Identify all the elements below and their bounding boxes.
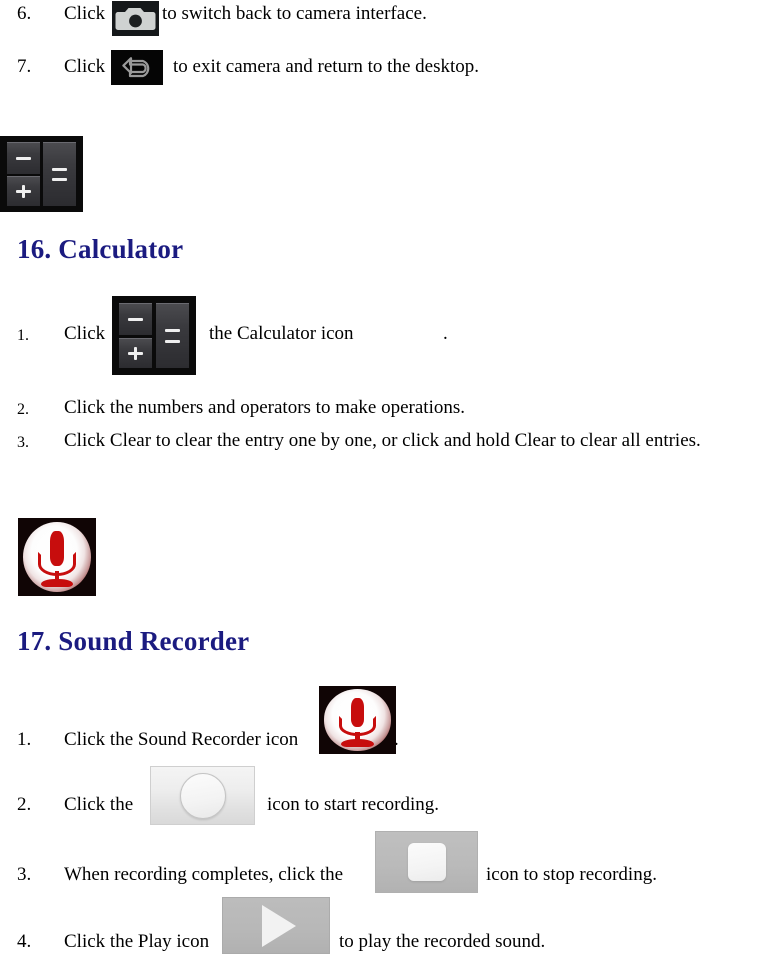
list-item-text-before: Click the xyxy=(64,794,134,815)
sound-recorder-icon[interactable] xyxy=(18,518,96,596)
record-button-icon[interactable] xyxy=(150,766,255,825)
list-item-number: 1. xyxy=(17,327,29,344)
list-item-text: Click the numbers and operators to make … xyxy=(64,397,466,418)
list-item-number: 1. xyxy=(17,729,32,750)
list-item-number: 3. xyxy=(17,434,29,451)
list-item-text-before: Click xyxy=(64,56,106,77)
list-item-text: Click the Sound Recorder icon xyxy=(64,729,299,750)
list-item-number: 6. xyxy=(17,3,32,24)
record-circle-icon xyxy=(179,772,226,819)
calculator-icon-left-column xyxy=(119,302,153,369)
calculator-plus-key xyxy=(7,176,40,206)
equals-icon xyxy=(164,328,180,345)
calculator-icon-left-column xyxy=(7,142,40,206)
camera-icon[interactable] xyxy=(112,1,159,36)
calculator-icon[interactable] xyxy=(0,136,83,212)
calculator-plus-key xyxy=(119,337,153,369)
list-item-text-after: to exit camera and return to the desktop… xyxy=(173,56,480,77)
minus-icon xyxy=(15,157,32,160)
list-item-text-before: When recording completes, click the xyxy=(64,864,344,885)
calculator-icon[interactable] xyxy=(112,296,196,375)
minus-icon xyxy=(128,318,144,321)
sound-recorder-icon[interactable] xyxy=(319,686,396,754)
calculator-icon-inner xyxy=(7,142,76,206)
back-arrow-icon[interactable] xyxy=(111,50,163,85)
microphone-base xyxy=(40,578,74,588)
stop-square-icon xyxy=(407,843,446,881)
plus-icon xyxy=(128,346,144,361)
calculator-minus-key xyxy=(7,142,40,174)
list-item-number: 4. xyxy=(17,931,32,952)
list-item-number: 2. xyxy=(17,401,29,418)
plus-icon xyxy=(15,184,32,198)
calculator-icon-right-column xyxy=(155,302,189,369)
list-item-text: Click Clear to clear the entry one by on… xyxy=(64,430,701,451)
calculator-minus-key xyxy=(119,302,153,336)
list-item-number: 7. xyxy=(17,56,32,77)
equals-icon xyxy=(52,166,68,182)
page-title-calculator: 16. Calculator xyxy=(17,234,184,264)
calculator-equals-key xyxy=(43,142,76,206)
calculator-icon-right-column xyxy=(43,142,76,206)
list-item-text-trailing: . xyxy=(443,323,448,344)
list-item-text-before: Click xyxy=(64,323,106,344)
page-title-sound-recorder: 17. Sound Recorder xyxy=(17,626,250,656)
play-button-icon[interactable] xyxy=(222,897,330,954)
play-triangle-icon xyxy=(262,904,296,947)
list-item-number: 3. xyxy=(17,864,32,885)
list-item-number: 2. xyxy=(17,794,32,815)
list-item-text-after: icon to stop recording. xyxy=(486,864,657,885)
list-item-text-after: the Calculator icon xyxy=(209,323,354,344)
microphone-base xyxy=(341,739,374,747)
document-page: 6. Click to switch back to camera interf… xyxy=(0,0,761,958)
list-item-text-after: to play the recorded sound. xyxy=(339,931,546,952)
list-item-text-after: icon to start recording. xyxy=(267,794,440,815)
list-item-text-after: to switch back to camera interface. xyxy=(162,3,427,24)
stop-button-icon[interactable] xyxy=(375,831,478,893)
calculator-equals-key xyxy=(155,302,189,369)
calculator-icon-inner xyxy=(119,302,189,369)
list-item-text-before: Click the Play icon xyxy=(64,931,210,952)
list-item-text-before: Click xyxy=(64,3,106,24)
